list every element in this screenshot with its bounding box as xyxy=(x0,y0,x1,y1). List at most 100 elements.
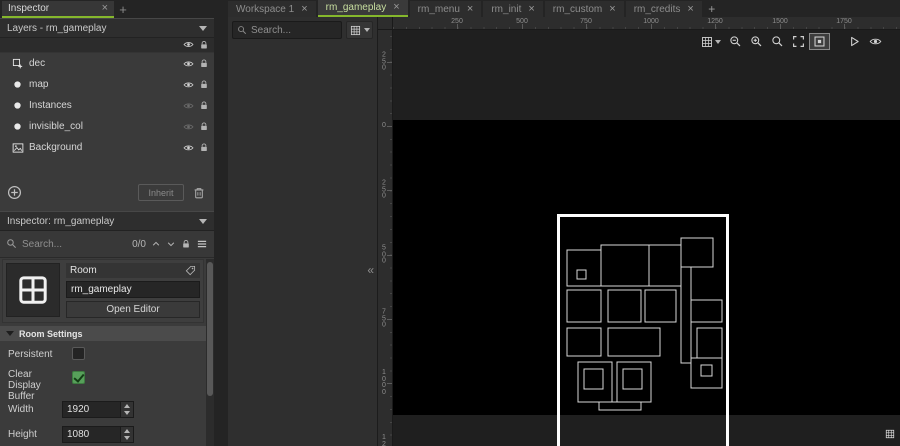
stepper-up-button[interactable] xyxy=(121,402,133,410)
close-icon[interactable]: × xyxy=(528,3,534,15)
grid-options-button[interactable] xyxy=(696,33,725,50)
room-canvas[interactable] xyxy=(393,30,900,446)
chevron-down-icon xyxy=(363,28,370,32)
stepper-down-button[interactable] xyxy=(121,434,133,442)
chevron-down-icon xyxy=(199,25,207,31)
new-workspace-tab-button[interactable]: + xyxy=(704,1,720,17)
layer-row-invisible-col[interactable]: invisible_col xyxy=(0,116,214,137)
zoom-out-icon xyxy=(729,35,742,48)
add-layer-button[interactable] xyxy=(7,184,22,202)
width-stepper xyxy=(120,402,133,417)
lock-icon[interactable] xyxy=(199,121,209,132)
chevron-down-icon xyxy=(714,39,721,44)
stepper-up-button[interactable] xyxy=(121,427,133,435)
stepper-down-button[interactable] xyxy=(121,409,133,417)
floor-plan xyxy=(566,237,723,411)
lock-icon[interactable] xyxy=(199,142,209,153)
tab-rm-menu[interactable]: rm_menu × xyxy=(409,1,482,17)
new-tab-button[interactable]: + xyxy=(114,1,132,18)
canvas-grip[interactable] xyxy=(885,425,895,443)
editor-search-input[interactable] xyxy=(251,24,337,36)
room-settings-section-header[interactable]: Room Settings xyxy=(0,326,206,341)
tag-icon[interactable] xyxy=(185,265,196,276)
eye-icon[interactable] xyxy=(183,142,194,153)
fit-view-button[interactable] xyxy=(788,33,809,50)
tab-label: rm_custom xyxy=(552,3,603,15)
triangle-down-icon xyxy=(124,436,130,441)
inspector-header-dropdown[interactable]: Inspector: rm_gameplay xyxy=(0,211,214,231)
tab-rm-custom[interactable]: rm_custom × xyxy=(544,1,624,17)
view-options-button[interactable] xyxy=(346,21,373,39)
grid-icon xyxy=(885,429,895,439)
height-input[interactable] xyxy=(63,427,120,442)
height-label: Height xyxy=(8,429,37,440)
delete-layer-button[interactable] xyxy=(192,184,206,202)
layer-row-map[interactable]: map xyxy=(0,74,214,95)
grid-icon xyxy=(350,25,361,36)
width-input[interactable] xyxy=(63,402,120,417)
zoom-in-button[interactable] xyxy=(746,33,767,50)
tab-workspace-1[interactable]: Workspace 1 × xyxy=(228,1,316,17)
toggle-canvas-button[interactable] xyxy=(809,33,830,50)
eye-icon[interactable] xyxy=(183,58,194,69)
height-field xyxy=(62,426,134,443)
tab-rm-init[interactable]: rm_init × xyxy=(483,1,543,17)
layers-header-dropdown[interactable]: Layers - rm_gameplay xyxy=(0,18,214,38)
menu-icon[interactable] xyxy=(196,235,208,253)
persistent-label: Persistent xyxy=(8,349,53,360)
eye-icon[interactable] xyxy=(183,79,194,90)
tab-label: rm_menu xyxy=(417,3,460,15)
ruler-label: 250 xyxy=(382,51,386,72)
visibility-button[interactable] xyxy=(865,33,886,50)
triangle-down-icon xyxy=(124,411,130,416)
close-icon[interactable]: × xyxy=(687,3,693,15)
canvas-toolbar xyxy=(696,33,886,50)
scrollbar-thumb[interactable] xyxy=(207,262,213,396)
lock-icon[interactable] xyxy=(199,36,209,54)
collapse-toolbar-button[interactable]: « xyxy=(367,263,374,277)
eye-icon[interactable] xyxy=(183,36,194,54)
inherit-button[interactable]: Inherit xyxy=(138,184,184,201)
tab-label: rm_credits xyxy=(633,3,681,15)
tab-rm-gameplay[interactable]: rm_gameplay × xyxy=(317,0,408,17)
close-icon[interactable]: × xyxy=(609,3,615,15)
ruler-label: 1250 xyxy=(707,18,723,25)
inspector-scrollbar[interactable] xyxy=(206,259,214,446)
eye-hidden-icon[interactable] xyxy=(183,100,194,111)
lock-icon[interactable] xyxy=(199,79,209,90)
ruler-label: 1000 xyxy=(643,18,659,25)
search-next-button[interactable] xyxy=(166,235,176,253)
width-field xyxy=(62,401,134,418)
layer-row-dec[interactable]: dec xyxy=(0,53,214,74)
zoom-in-icon xyxy=(750,35,763,48)
search-prev-button[interactable] xyxy=(151,235,161,253)
close-icon[interactable]: × xyxy=(301,3,307,15)
open-editor-button[interactable]: Open Editor xyxy=(66,301,200,318)
grid-icon xyxy=(701,36,713,48)
close-icon[interactable]: × xyxy=(102,3,108,14)
tab-rm-credits[interactable]: rm_credits × xyxy=(625,1,702,17)
layer-row-instances[interactable]: Instances xyxy=(0,95,214,116)
close-icon[interactable]: × xyxy=(467,3,473,15)
search-lock-toggle[interactable] xyxy=(181,235,191,253)
ruler-label: 1250 xyxy=(382,434,386,446)
lock-icon[interactable] xyxy=(199,58,209,69)
tab-inspector[interactable]: Inspector × xyxy=(2,1,114,18)
zoom-out-button[interactable] xyxy=(725,33,746,50)
inspector-search-input[interactable] xyxy=(22,238,128,250)
close-icon[interactable]: × xyxy=(393,2,399,13)
instance-layer-icon xyxy=(12,100,29,111)
room-name-input[interactable] xyxy=(66,281,200,298)
eye-hidden-icon[interactable] xyxy=(183,121,194,132)
lock-icon[interactable] xyxy=(199,100,209,111)
ruler-label: 250 xyxy=(451,18,463,25)
layer-row-background[interactable]: Background xyxy=(0,137,214,158)
room-type-row: Room xyxy=(66,263,200,278)
clear-display-checkbox[interactable] xyxy=(72,371,85,384)
persistent-checkbox[interactable] xyxy=(72,347,85,360)
play-button[interactable] xyxy=(844,33,865,50)
collapse-triangle-icon xyxy=(6,331,14,336)
zoom-reset-button[interactable] xyxy=(767,33,788,50)
room-icon xyxy=(6,263,60,317)
tab-label: rm_init xyxy=(491,3,522,15)
